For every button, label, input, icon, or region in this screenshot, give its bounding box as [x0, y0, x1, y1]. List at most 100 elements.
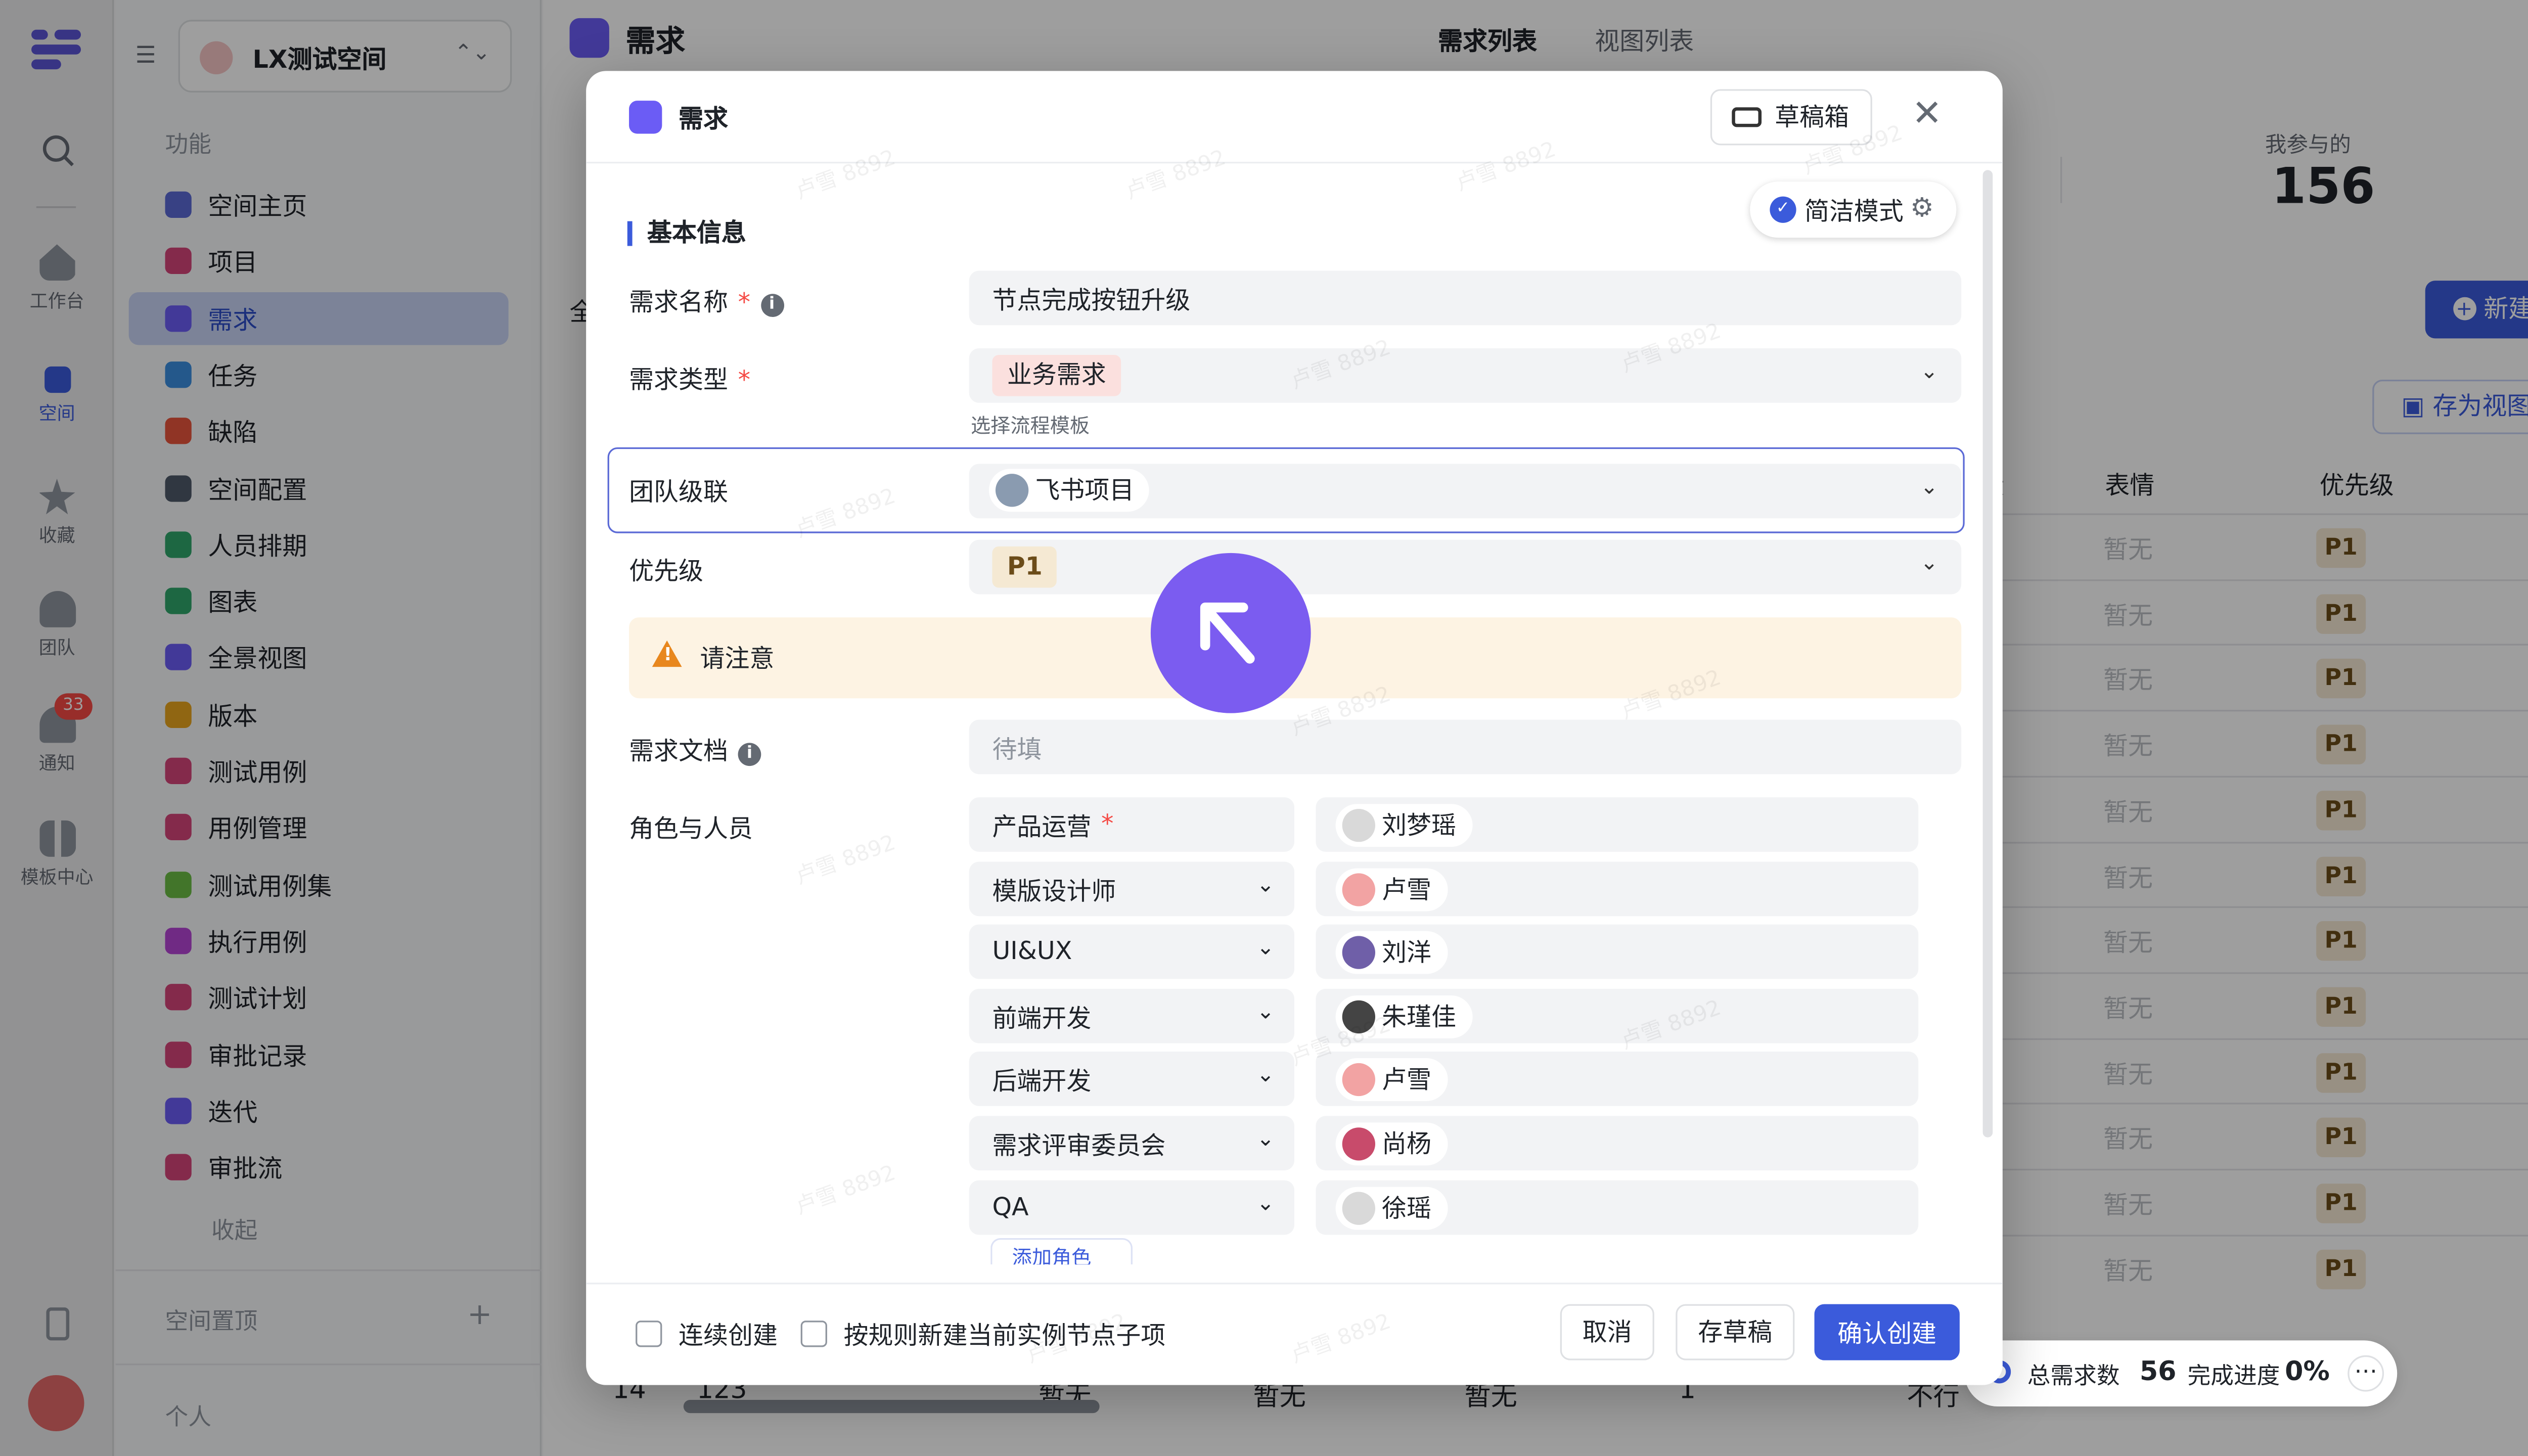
chevron-down-icon: ⌄ [1256, 1191, 1275, 1216]
requirement-icon [629, 101, 662, 134]
role-name: 产品运营 [992, 812, 1092, 842]
type-label: 需求类型 * [629, 365, 751, 395]
person-select[interactable]: 徐瑶 [1316, 1179, 1919, 1235]
chevron-down-icon: ⌄ [1920, 551, 1938, 576]
role-select[interactable]: UI&UX ⌄ [969, 925, 1294, 979]
role-select[interactable]: 需求评审委员会 ⌄ [969, 1116, 1294, 1171]
person-select[interactable]: 卢雪 [1316, 861, 1919, 916]
chevron-down-icon: ⌄ [1256, 936, 1275, 962]
name-value: 节点完成按钮升级 [992, 285, 1191, 315]
inbox-icon [1732, 107, 1762, 127]
role-name: 前端开发 [992, 1003, 1092, 1033]
chevron-down-icon: ⌄ [1920, 359, 1938, 385]
continuous-create-checkbox[interactable] [636, 1321, 662, 1347]
summary-bar: 总需求数 56 完成进度 0% ⋯ [1964, 1340, 2398, 1407]
total-label: 总需求数 [2027, 1363, 2120, 1390]
team-avatar [995, 474, 1029, 507]
total-value: 56 [2139, 1355, 2177, 1387]
cursor-highlight [1150, 553, 1311, 713]
team-select[interactable]: 飞书项目 ⌄ [969, 464, 1962, 519]
person-select[interactable]: 刘洋 [1316, 925, 1919, 979]
role-name: 后端开发 [992, 1067, 1092, 1097]
cursor-arrow-icon [1200, 602, 1255, 664]
save-draft-button[interactable]: 存草稿 [1676, 1304, 1795, 1360]
role-name: 模版设计师 [992, 876, 1116, 906]
progress-value: 0% [2285, 1355, 2330, 1387]
doc-input[interactable]: 待填 [969, 719, 1962, 775]
role-name: 需求评审委员会 [992, 1130, 1166, 1161]
priority-select[interactable]: P1 ⌄ [969, 539, 1962, 595]
person-select[interactable]: 朱瑾佳 [1316, 988, 1919, 1043]
doc-label: 需求文档 i [629, 733, 761, 768]
person-name: 卢雪 [1382, 874, 1432, 904]
cancel-button[interactable]: 取消 [1560, 1304, 1654, 1360]
avatar [1342, 808, 1375, 842]
role-select[interactable]: 后端开发 ⌄ [969, 1052, 1294, 1107]
role-select[interactable]: 产品运营 * [969, 797, 1294, 852]
person-chip: 卢雪 [1335, 1059, 1448, 1102]
person-chip: 刘梦瑶 [1335, 804, 1473, 847]
person-select[interactable]: 卢雪 [1316, 1052, 1919, 1107]
team-chip: 飞书项目 [988, 469, 1149, 512]
required-mark: * [1101, 808, 1114, 839]
check-icon: ✓ [1770, 196, 1796, 223]
role-select[interactable]: QA ⌄ [969, 1179, 1294, 1235]
chevron-down-icon: ⌄ [1920, 475, 1938, 500]
add-role-button[interactable]: 添加角色 [990, 1238, 1133, 1265]
chevron-down-icon: ⌄ [1256, 1127, 1275, 1153]
continuous-create-label[interactable]: 连续创建 [679, 1317, 778, 1352]
person-name: 朱瑾佳 [1382, 1002, 1457, 1032]
chevron-down-icon: ⌄ [1256, 1000, 1275, 1025]
warning-text: 请注意 [700, 644, 775, 674]
more-icon[interactable]: ⋯ [2348, 1355, 2384, 1392]
info-icon[interactable]: i [738, 743, 761, 766]
info-icon[interactable]: i [760, 294, 784, 317]
progress-label: 完成进度 [2187, 1363, 2280, 1390]
type-tag: 业务需求 [992, 355, 1121, 396]
roles-label: 角色与人员 [629, 813, 753, 844]
role-select[interactable]: 前端开发 ⌄ [969, 988, 1294, 1043]
person-name: 徐瑶 [1382, 1193, 1432, 1223]
avatar [1342, 1127, 1375, 1161]
gear-icon[interactable]: ⚙ [1910, 192, 1934, 223]
priority-label: 优先级 [629, 556, 704, 586]
section-title: 基本信息 [647, 218, 746, 248]
required-mark: * [738, 287, 751, 317]
chevron-down-icon: ⌄ [1256, 873, 1275, 897]
simple-mode-toggle[interactable]: ✓ 简洁模式 ⚙ [1750, 181, 1957, 238]
type-select[interactable]: 业务需求 ⌄ [969, 348, 1962, 403]
person-select[interactable]: 尚杨 [1316, 1116, 1919, 1171]
person-name: 刘洋 [1382, 938, 1432, 968]
confirm-create-button[interactable]: 确认创建 [1814, 1304, 1960, 1360]
name-input[interactable]: 节点完成按钮升级 [969, 270, 1962, 326]
close-icon[interactable]: ✕ [1912, 94, 1942, 135]
chevron-down-icon: ⌄ [1256, 1064, 1275, 1089]
simple-mode-label: 简洁模式 [1804, 196, 1904, 226]
person-chip: 徐瑶 [1335, 1186, 1448, 1230]
role-name: QA [992, 1191, 1029, 1221]
avatar [1342, 1191, 1375, 1224]
modal-footer: 连续创建 按规则新建当前实例节点子项 取消 存草稿 确认创建 [586, 1283, 2003, 1385]
modal-scrollbar[interactable] [1982, 170, 1993, 1138]
doc-placeholder: 待填 [992, 735, 1042, 764]
person-chip: 刘洋 [1335, 931, 1448, 975]
rule-create-checkbox[interactable] [800, 1321, 827, 1347]
person-select[interactable]: 刘梦瑶 [1316, 797, 1919, 852]
priority-tag: P1 [992, 546, 1058, 588]
role-select[interactable]: 模版设计师 ⌄ [969, 861, 1294, 916]
person-chip: 卢雪 [1335, 868, 1448, 911]
section-marker [627, 221, 633, 246]
team-label: 团队级联 [629, 477, 729, 507]
avatar [1342, 936, 1375, 970]
template-hint[interactable]: 选择流程模板 [971, 411, 1090, 439]
avatar [1342, 873, 1375, 906]
role-name: UI&UX [992, 936, 1072, 966]
modal-title: 需求 [679, 104, 729, 134]
person-name: 卢雪 [1382, 1065, 1432, 1096]
person-name: 尚杨 [1382, 1129, 1432, 1159]
person-name: 刘梦瑶 [1382, 810, 1457, 841]
person-chip: 尚杨 [1335, 1122, 1448, 1166]
modal-header: 需求 草稿箱 ✕ [586, 71, 2003, 164]
required-mark: * [738, 365, 751, 395]
avatar [1342, 1064, 1375, 1097]
